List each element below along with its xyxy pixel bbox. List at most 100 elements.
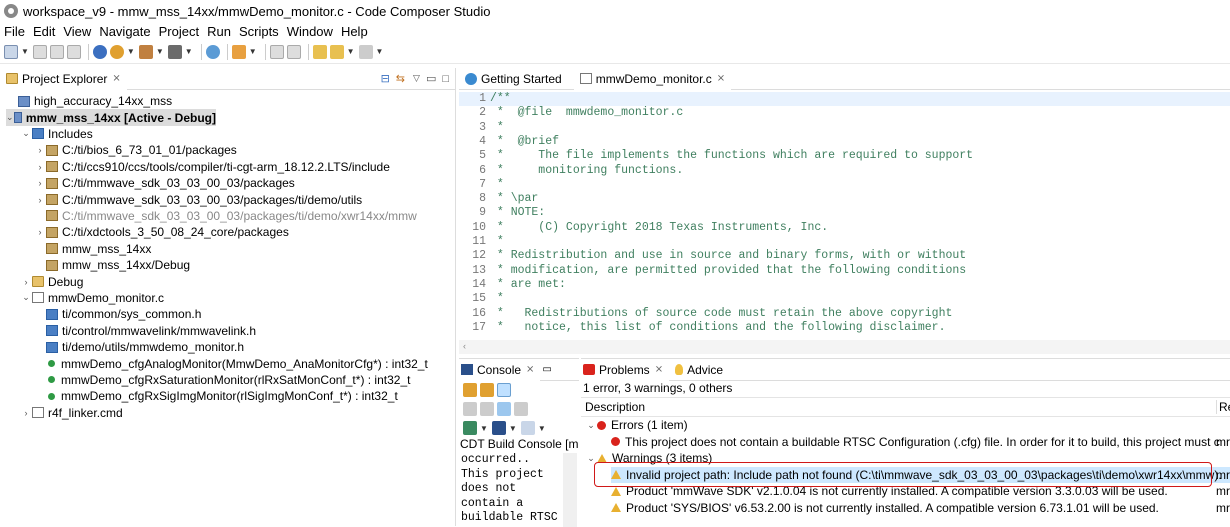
chevron-right-icon[interactable]: › <box>20 277 32 287</box>
chevron-down-icon[interactable]: ⌄ <box>6 112 14 123</box>
menu-navigate[interactable]: Navigate <box>99 24 150 39</box>
code-line[interactable]: 15 * <box>459 292 1230 306</box>
code-line[interactable]: 11 * <box>459 235 1230 249</box>
print-icon[interactable] <box>66 44 81 59</box>
back-icon[interactable] <box>329 44 344 59</box>
tree-item[interactable]: ti/demo/utils/mmwdemo_monitor.h <box>34 339 244 355</box>
horizontal-scrollbar[interactable]: ‹ <box>459 340 1230 354</box>
column-resource[interactable]: Re <box>1216 400 1230 414</box>
debug-icon[interactable] <box>92 44 107 59</box>
save-icon[interactable] <box>32 44 47 59</box>
word-wrap-icon[interactable] <box>514 402 528 416</box>
vertical-scrollbar[interactable] <box>563 453 577 527</box>
tree-item[interactable]: › r4f_linker.cmd <box>20 405 123 421</box>
chevron-down-icon[interactable]: ⌄ <box>20 128 32 139</box>
close-icon[interactable]: ⨯ <box>112 73 120 84</box>
scroll-up-icon[interactable] <box>480 383 494 397</box>
problem-item[interactable]: Product 'SYS/BIOS' v6.53.2.00 is not cur… <box>611 500 1230 517</box>
tab-advice[interactable]: Advice <box>669 359 729 381</box>
column-description[interactable]: Description <box>581 400 645 414</box>
minimize-icon[interactable]: ▭ <box>426 72 436 85</box>
menu-file[interactable]: File <box>4 24 25 39</box>
code-line[interactable]: 10 * (C) Copyright 2018 Texas Instrument… <box>459 221 1230 235</box>
hammer-dropdown-icon[interactable]: ▼ <box>156 47 164 56</box>
close-icon[interactable]: ⨯ <box>717 73 725 84</box>
scroll-left-icon[interactable]: ‹ <box>463 341 466 351</box>
build-dropdown-icon[interactable]: ▼ <box>127 47 135 56</box>
show-console-icon[interactable] <box>463 402 477 416</box>
tree-item[interactable]: mmw_mss_14xx <box>34 241 151 257</box>
tab-mmwdemo-monitor[interactable]: mmwDemo_monitor.c ⨯ <box>573 67 732 90</box>
chevron-right-icon[interactable]: › <box>34 178 46 188</box>
chevron-down-icon[interactable]: ⌄ <box>585 420 597 431</box>
scroll-down-icon[interactable] <box>463 383 477 397</box>
menu-edit[interactable]: Edit <box>33 24 55 39</box>
code-line[interactable]: 14 * are met: <box>459 278 1230 292</box>
menu-window[interactable]: Window <box>287 24 333 39</box>
view-menu-icon[interactable]: ▽ <box>413 73 420 84</box>
save-all-icon[interactable] <box>49 44 64 59</box>
tree-item[interactable]: ⌄ mmwDemo_monitor.c <box>20 290 164 306</box>
chevron-right-icon[interactable]: › <box>34 145 46 155</box>
code-line[interactable]: 12 * Redistribution and use in source an… <box>459 249 1230 263</box>
pen-dropdown-icon[interactable]: ▼ <box>249 47 257 56</box>
code-line[interactable]: 13 * modification, are permitted provide… <box>459 264 1230 278</box>
display-console-icon[interactable] <box>491 421 506 435</box>
code-line[interactable]: 8 * \par <box>459 192 1230 206</box>
code-line[interactable]: 5 * The file implements the functions wh… <box>459 149 1230 163</box>
chevron-right-icon[interactable]: › <box>34 227 46 237</box>
forward-icon[interactable] <box>358 44 373 59</box>
tab-project-explorer[interactable]: Project Explorer ⨯ <box>0 67 127 90</box>
tools-icon[interactable] <box>167 44 182 59</box>
chevron-right-icon[interactable]: › <box>20 408 32 418</box>
code-line[interactable]: 6 * monitoring functions. <box>459 164 1230 178</box>
code-line[interactable]: 17 * notice, this list of conditions and… <box>459 321 1230 335</box>
tree-item[interactable]: › C:/ti/mmwave_sdk_03_03_00_03/packages/t… <box>34 191 363 207</box>
close-icon[interactable]: ⨯ <box>655 364 663 375</box>
tree-item[interactable]: ⌄ Includes <box>20 126 92 142</box>
tree-item[interactable]: › C:/ti/mmwave_sdk_03_03_00_03/packages <box>34 175 295 191</box>
code-line[interactable]: 2 * @file mmwdemo_monitor.c <box>459 106 1230 120</box>
chevron-right-icon[interactable]: › <box>34 195 46 205</box>
pin-console-icon[interactable] <box>497 402 511 416</box>
build-settings-icon[interactable] <box>109 44 124 59</box>
minimize-icon[interactable]: ▭ <box>542 364 551 375</box>
open-console-icon[interactable] <box>463 421 477 435</box>
tab-console[interactable]: Console ⨯ <box>459 358 541 381</box>
last-edit-icon[interactable] <box>312 44 327 59</box>
tree-item[interactable]: ti/control/mmwavelink/mmwavelink.h <box>34 323 256 339</box>
problem-group[interactable]: ⌄ Errors (1 item) <box>585 417 1230 434</box>
search-icon[interactable] <box>205 44 220 59</box>
tree-item[interactable]: › Debug <box>20 273 84 289</box>
new-console-dropdown-icon[interactable]: ▼ <box>538 424 546 433</box>
new-dropdown-icon[interactable]: ▼ <box>21 47 29 56</box>
next-annotation-icon[interactable] <box>286 44 301 59</box>
problem-item[interactable]: This project does not contain a buildabl… <box>611 434 1230 451</box>
new-console-icon[interactable] <box>520 421 535 435</box>
tree-item[interactable]: › C:/ti/xdctools_3_50_08_24_core/packages <box>34 224 289 240</box>
hammer-icon[interactable] <box>138 44 153 59</box>
code-line[interactable]: 4 * @brief <box>459 135 1230 149</box>
close-icon[interactable]: ⨯ <box>526 364 534 375</box>
tree-item[interactable]: mmw_mss_14xx/Debug <box>34 257 190 273</box>
pen-icon[interactable] <box>231 44 246 59</box>
code-line[interactable]: 3 * <box>459 121 1230 135</box>
prev-annotation-icon[interactable] <box>269 44 284 59</box>
clear-console-icon[interactable] <box>480 402 494 416</box>
tools-dropdown-icon[interactable]: ▼ <box>185 47 193 56</box>
tree-item[interactable]: high_accuracy_14xx_mss <box>6 93 172 109</box>
code-editor[interactable]: 1/** 2 * @file mmwdemo_monitor.c 3 * 4 * @b… <box>459 90 1230 340</box>
link-with-editor-icon[interactable]: ⇆ <box>396 72 405 85</box>
forward-dropdown-icon[interactable]: ▼ <box>376 47 384 56</box>
tree-item[interactable]: mmwDemo_cfgRxSaturationMonitor(rlRxSatMo… <box>34 372 410 388</box>
new-icon[interactable] <box>4 44 18 59</box>
menu-help[interactable]: Help <box>341 24 368 39</box>
tree-item[interactable]: › C:/ti/ccs910/ccs/tools/compiler/ti-cgt-… <box>34 159 390 175</box>
open-console-dropdown-icon[interactable]: ▼ <box>480 424 488 433</box>
menu-view[interactable]: View <box>63 24 91 39</box>
tree-item[interactable]: mmwDemo_cfgRxSigImgMonitor(rlSigImgMonCo… <box>34 388 398 404</box>
display-console-dropdown-icon[interactable]: ▼ <box>509 424 517 433</box>
menu-run[interactable]: Run <box>207 24 231 39</box>
chevron-right-icon[interactable]: › <box>34 162 46 172</box>
back-dropdown-icon[interactable]: ▼ <box>347 47 355 56</box>
